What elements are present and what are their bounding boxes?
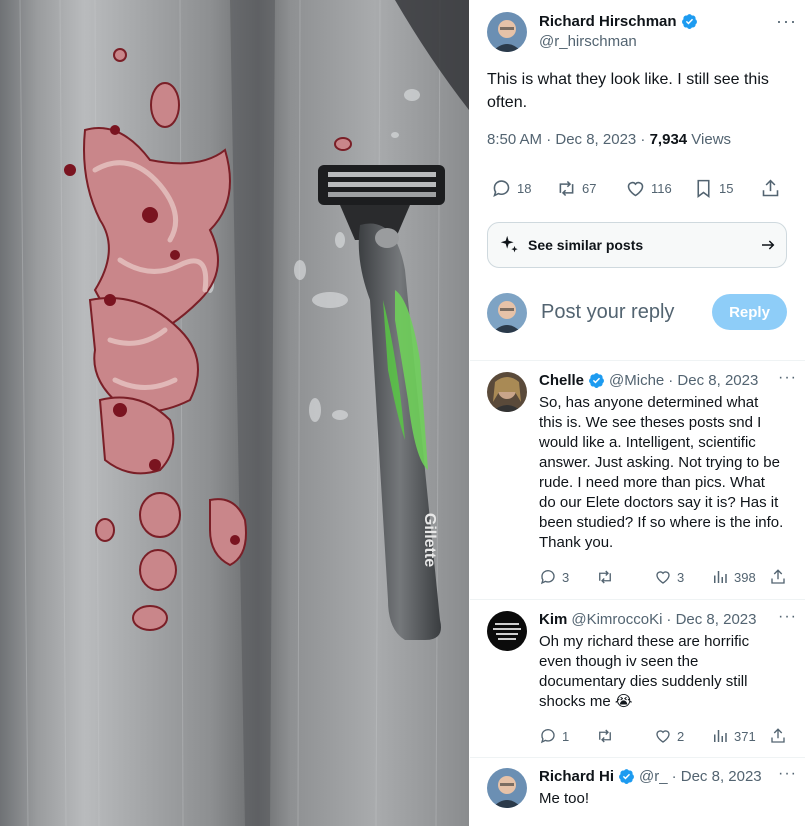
reply-actions: 3 3 398: [539, 568, 789, 588]
reply-item[interactable]: Chelle @Miche · Dec 8, 2023 ··· So, has …: [487, 369, 797, 594]
views-chart-icon: [714, 730, 727, 742]
bookmark-icon: [697, 179, 710, 198]
reply-author-name[interactable]: Kim: [539, 611, 567, 628]
share-action[interactable]: [769, 568, 787, 586]
photo-sink-razor: Gillette: [0, 0, 469, 826]
reply-action[interactable]: 1: [539, 727, 569, 745]
share-icon: [762, 179, 779, 197]
reply-icon: [540, 570, 555, 585]
verified-badge-icon: [619, 769, 634, 784]
repost-icon: [599, 729, 611, 743]
reply-avatar[interactable]: [487, 768, 527, 808]
reply-action[interactable]: 3: [539, 568, 569, 586]
verified-badge-icon: [681, 14, 697, 29]
reply-author-name[interactable]: Richard Hi: [539, 768, 614, 785]
reply-author-handle[interactable]: @KimroccoKi: [571, 611, 662, 628]
repost-icon: [559, 180, 574, 197]
reply-header: Kim @KimroccoKi · Dec 8, 2023 ···: [539, 608, 797, 628]
heart-icon: [656, 571, 670, 584]
more-options-icon[interactable]: ···: [778, 765, 797, 783]
reply-item[interactable]: Kim @KimroccoKi · Dec 8, 2023 ··· Oh my …: [487, 608, 797, 756]
reply-count: 18: [517, 181, 532, 196]
views-count: 371: [734, 728, 756, 744]
author-name[interactable]: Richard Hirschman: [539, 13, 698, 30]
share-icon: [771, 569, 785, 584]
reply-author-name[interactable]: Chelle: [539, 372, 584, 389]
more-options-icon[interactable]: ···: [778, 608, 797, 626]
like-count: 3: [677, 569, 685, 585]
reply-count: 3: [562, 569, 570, 585]
repost-icon: [599, 570, 611, 584]
tweet-header: Richard Hirschman @r_hirschman ···: [487, 12, 797, 56]
views-action[interactable]: 371: [711, 727, 756, 745]
views-count: 398: [734, 569, 756, 585]
reply-item[interactable]: Richard Hi @r_ · Dec 8, 2023 ··· Me too!: [487, 765, 797, 826]
author-avatar[interactable]: [487, 12, 527, 52]
share-action[interactable]: [769, 727, 787, 745]
share-action[interactable]: [760, 178, 781, 199]
reply-date[interactable]: · Dec 8, 2023: [672, 768, 762, 785]
reply-actions: 1 2 371: [539, 727, 789, 747]
divider: [470, 757, 805, 758]
tweet-timestamp[interactable]: 8:50 AM · Dec 8, 2023 ·: [487, 131, 650, 148]
like-count: 2: [677, 728, 685, 744]
author-handle[interactable]: @r_hirschman: [539, 33, 637, 50]
share-icon: [771, 728, 785, 743]
repost-count: 67: [582, 181, 597, 196]
repost-action[interactable]: 67: [556, 178, 596, 199]
repost-action[interactable]: [596, 727, 619, 745]
tweet-media-image[interactable]: Gillette: [0, 0, 469, 826]
heart-icon: [627, 181, 644, 197]
see-similar-posts-label: See similar posts: [528, 237, 644, 253]
views-chart-icon: [714, 571, 727, 583]
heart-icon: [656, 730, 670, 743]
reply-date[interactable]: · Dec 8, 2023: [666, 611, 756, 628]
reply-header: Chelle @Miche · Dec 8, 2023 ···: [539, 369, 797, 389]
reply-date[interactable]: · Dec 8, 2023: [668, 372, 758, 389]
reply-icon: [540, 729, 555, 744]
reply-author-handle[interactable]: @Miche: [609, 372, 664, 389]
repost-action[interactable]: [596, 568, 619, 586]
like-action[interactable]: 116: [625, 178, 672, 199]
tweet-meta: 8:50 AM · Dec 8, 2023 · 7,934 Views: [487, 131, 731, 148]
tweet-actions: 18 67 116 15: [487, 178, 787, 202]
reply-text: Me too!: [539, 790, 590, 807]
bookmark-count: 15: [719, 181, 734, 196]
reply-action[interactable]: 18: [491, 178, 531, 199]
reply-avatar[interactable]: [487, 372, 527, 412]
divider: [470, 599, 805, 600]
reply-button[interactable]: Reply: [712, 294, 787, 330]
more-options-icon[interactable]: ···: [776, 12, 797, 30]
reply-count: 1: [562, 728, 570, 744]
bookmark-action[interactable]: 15: [693, 178, 733, 199]
reply-header: Richard Hi @r_ · Dec 8, 2023 ···: [539, 765, 797, 785]
views-action[interactable]: 398: [711, 568, 756, 586]
razor-brand-text: Gillette: [421, 513, 438, 567]
sparkle-icon: [500, 235, 518, 253]
like-action[interactable]: 2: [654, 727, 684, 745]
reply-text: So, has anyone determined what this is. …: [539, 394, 784, 551]
see-similar-posts-button[interactable]: See similar posts: [487, 222, 787, 268]
like-action[interactable]: 3: [654, 568, 684, 586]
tweet-detail-column: Richard Hirschman @r_hirschman ··· This …: [470, 0, 805, 826]
reply-composer: Post your reply Reply: [487, 293, 787, 335]
views-label: Views: [687, 131, 732, 148]
reply-icon: [493, 180, 510, 197]
arrow-right-icon: [762, 240, 775, 250]
my-avatar[interactable]: [487, 293, 527, 333]
reply-input[interactable]: Post your reply: [541, 301, 674, 324]
more-options-icon[interactable]: ···: [778, 369, 797, 387]
divider: [470, 360, 805, 361]
views-count: 7,934: [649, 131, 688, 148]
reply-text: Oh my richard these are horrific even th…: [539, 633, 750, 710]
reply-author-handle[interactable]: @r_: [639, 768, 668, 785]
verified-badge-icon: [589, 373, 604, 388]
like-count: 116: [651, 181, 672, 196]
reply-avatar[interactable]: [487, 611, 527, 651]
tweet-text: This is what they look like. I still see…: [487, 71, 769, 111]
